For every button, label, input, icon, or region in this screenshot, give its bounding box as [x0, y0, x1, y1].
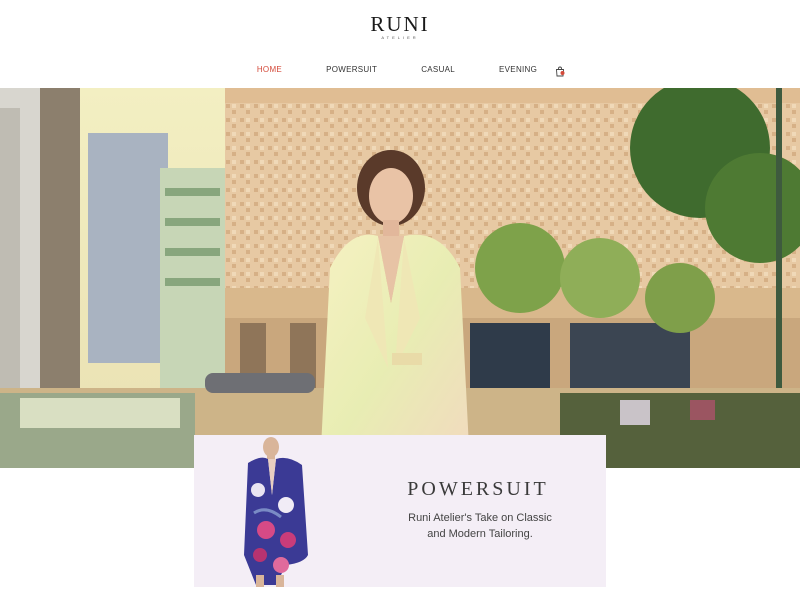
promo-text-line-2: and Modern Tailoring. — [427, 528, 533, 540]
shopping-bag-icon[interactable] — [555, 64, 565, 77]
promo-description: Runi Atelier's Take on Classic and Moder… — [380, 510, 580, 542]
site-header: RUNI ATELIER HOME POWERSUIT CASUAL EVENI… — [0, 0, 800, 88]
nav-item-evening[interactable]: EVENING — [499, 65, 537, 74]
powersuit-product-image[interactable] — [226, 435, 326, 587]
hero-photo — [0, 88, 800, 468]
brand-tagline: ATELIER — [381, 35, 419, 40]
nav-item-home[interactable]: HOME — [257, 65, 282, 74]
hero-banner — [0, 88, 800, 468]
nav-item-casual[interactable]: CASUAL — [421, 65, 455, 74]
brand-name: RUNI — [370, 12, 430, 36]
promo-text-line-1: Runi Atelier's Take on Classic — [408, 512, 552, 524]
nav-item-powersuit[interactable]: POWERSUIT — [326, 65, 377, 74]
main-nav: HOME POWERSUIT CASUAL EVENING — [0, 64, 800, 77]
brand-logo[interactable]: RUNI ATELIER — [0, 13, 800, 41]
promo-title: POWERSUIT — [407, 478, 549, 500]
